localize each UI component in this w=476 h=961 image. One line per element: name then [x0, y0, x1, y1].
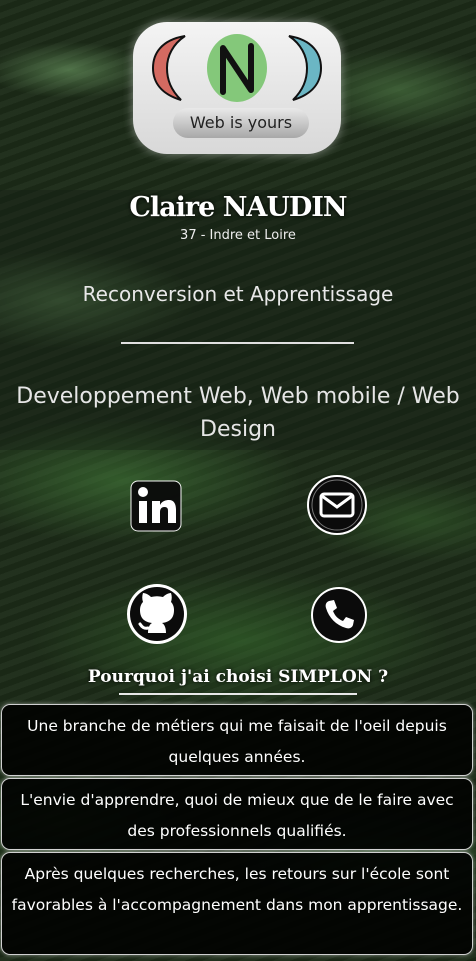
reason-text: Une branche de métiers qui me faisait de…: [27, 717, 447, 766]
phone-link[interactable]: [310, 586, 368, 648]
linkedin-link[interactable]: [130, 480, 182, 536]
divider: [121, 342, 354, 344]
profile-subtitle: Reconversion et Apprentissage: [82, 282, 394, 306]
logo-mark-icon: [151, 34, 323, 102]
profile-location: 37 - Indre et Loire: [180, 228, 296, 243]
reason-card: Après quelques recherches, les retours s…: [1, 852, 473, 955]
mail-icon: [307, 475, 367, 535]
logo-tagline: Web is yours: [173, 108, 309, 138]
reason-text: Après quelques recherches, les retours s…: [11, 865, 463, 914]
reason-text: L'envie d'apprendre, quoi de mieux que d…: [20, 791, 454, 840]
reason-card: Une branche de métiers qui me faisait de…: [1, 704, 473, 776]
linkedin-icon: [130, 480, 182, 532]
github-link[interactable]: [126, 583, 188, 649]
reason-card: L'envie d'apprendre, quoi de mieux que d…: [1, 778, 473, 850]
profile-field: Developpement Web, Web mobile / Web Desi…: [16, 384, 460, 442]
section-title-underline: [119, 693, 357, 695]
profile-name: Claire NAUDIN: [129, 192, 347, 223]
github-icon: [127, 584, 187, 644]
logo[interactable]: Web is yours: [133, 22, 341, 154]
section-title: Pourquoi j'ai choisi SIMPLON ?: [87, 667, 389, 687]
mail-link[interactable]: [306, 474, 368, 540]
phone-icon: [311, 587, 367, 643]
